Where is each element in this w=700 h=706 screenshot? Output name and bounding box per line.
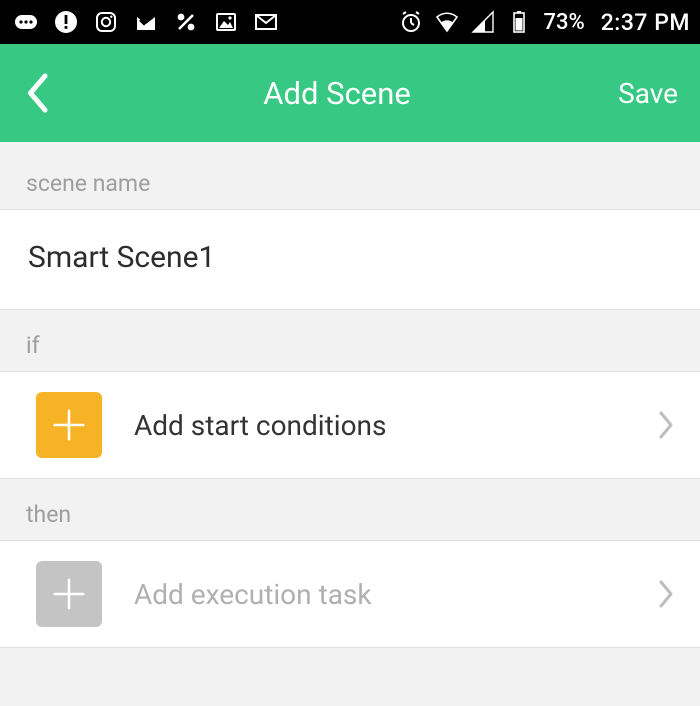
trailing-space	[0, 648, 700, 706]
add-start-conditions-row[interactable]: Add start conditions	[0, 372, 700, 479]
instagram-icon	[94, 10, 118, 34]
screen-root: 73% 2:37 PM Add Scene Save scene name Sm…	[0, 0, 700, 706]
clock-time: 2:37 PM	[601, 9, 690, 36]
add-execution-task-label: Add execution task	[134, 578, 654, 611]
cell-signal-icon	[471, 10, 495, 34]
chevron-right-icon	[654, 407, 678, 443]
alarm-icon	[399, 10, 423, 34]
status-left	[14, 10, 278, 34]
add-start-conditions-label: Add start conditions	[134, 409, 654, 442]
inbox-check-icon	[134, 10, 158, 34]
alert-icon	[54, 10, 78, 34]
back-button[interactable]	[22, 71, 56, 115]
battery-percent: 73%	[543, 10, 584, 35]
status-bar: 73% 2:37 PM	[0, 0, 700, 44]
percent-icon	[174, 10, 198, 34]
app-bar: Add Scene Save	[0, 44, 700, 142]
wifi-icon	[435, 10, 459, 34]
status-right: 73% 2:37 PM	[399, 9, 690, 36]
save-button[interactable]: Save	[618, 77, 678, 110]
scene-name-section-label: scene name	[0, 142, 700, 210]
page-title: Add Scene	[56, 75, 618, 112]
mail-icon	[254, 10, 278, 34]
plus-icon	[36, 561, 102, 627]
chevron-right-icon	[654, 576, 678, 612]
more-bubble-icon	[14, 10, 38, 34]
plus-icon	[36, 392, 102, 458]
if-section-label: if	[0, 310, 700, 372]
scene-name-input[interactable]: Smart Scene1	[0, 210, 700, 310]
image-icon	[214, 10, 238, 34]
add-execution-task-row[interactable]: Add execution task	[0, 541, 700, 648]
battery-icon	[507, 10, 531, 34]
then-section-label: then	[0, 479, 700, 541]
